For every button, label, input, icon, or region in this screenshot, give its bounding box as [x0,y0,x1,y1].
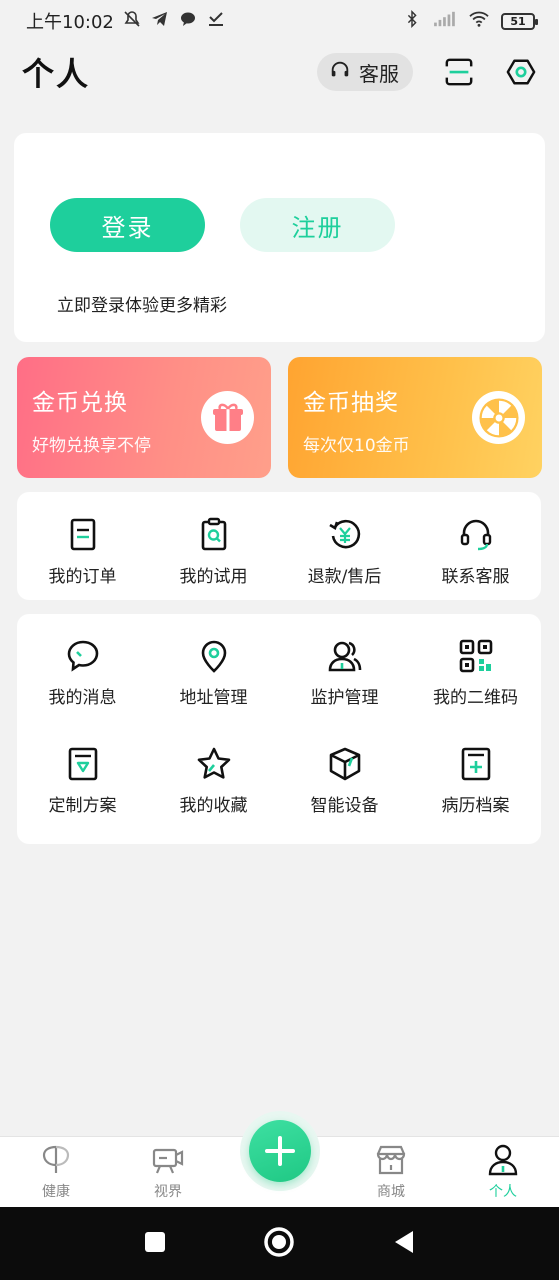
settings-button[interactable] [505,56,537,88]
address-item[interactable]: 地址管理 [148,638,279,708]
customer-service-label: 客服 [359,61,399,86]
status-bar: 上午10:02 51 [0,0,559,42]
item-label: 联系客服 [441,567,510,587]
item-label: 我的试用 [179,567,248,587]
login-button[interactable]: 登录 [50,198,205,252]
download-check-icon [206,9,226,34]
medical-record-item[interactable]: 病历档案 [410,746,541,816]
video-icon [152,1148,184,1174]
battery-icon: 51 [501,12,538,30]
coin-lottery-card[interactable]: 金币抽奖 每次仅10金币 [288,357,542,478]
add-button-ring [240,1111,320,1191]
header: 个人 客服 [0,42,559,102]
signal-icon [431,10,457,33]
recents-button[interactable] [143,1230,167,1258]
item-label: 退款/售后 [307,567,382,587]
telegram-icon [150,9,170,34]
item-label: 我的订单 [48,567,117,587]
register-button[interactable]: 注册 [240,198,395,252]
square-icon [144,1231,165,1252]
refund-item[interactable]: 退款/售后 [279,517,410,587]
page-title: 个人 [22,55,91,93]
lottery-wheel-icon [472,391,525,444]
item-label: 定制方案 [48,796,117,816]
item-label: 地址管理 [179,688,248,708]
guardian-item[interactable]: 监护管理 [279,638,410,708]
guardian-icon [328,641,361,672]
customer-service-button[interactable]: 客服 [317,53,413,91]
refund-icon [328,519,360,549]
scan-button[interactable] [443,56,475,88]
my-orders-item[interactable]: 我的订单 [17,517,148,587]
add-button[interactable] [249,1120,311,1182]
tab-label: 商城 [377,1184,405,1200]
favorites-item[interactable]: 我的收藏 [148,746,279,816]
plus-icon [265,1136,295,1166]
gear-icon [506,59,536,85]
tab-label: 健康 [42,1184,70,1200]
system-nav-bar [0,1207,559,1280]
medical-record-icon [461,747,490,781]
contact-service-item[interactable]: 联系客服 [410,517,541,587]
headset-icon [460,519,491,551]
orders-panel: 我的订单 我的试用 退款/售后 联系客服 [17,492,541,600]
wifi-icon [467,10,491,33]
my-qrcode-item[interactable]: 我的二维码 [410,638,541,708]
status-time: 上午10:02 [26,12,114,33]
custom-plan-item[interactable]: 定制方案 [17,746,148,816]
message-icon [67,640,98,672]
headset-icon [329,59,351,86]
trial-icon [201,517,226,551]
bluetooth-icon [403,9,421,33]
mute-icon [122,9,142,34]
login-card: 登录 注册 立即登录体验更多精彩 [14,133,545,342]
home-button[interactable] [263,1226,295,1262]
login-hint: 立即登录体验更多精彩 [57,296,227,316]
qrcode-icon [459,639,492,673]
device-icon [329,747,360,781]
smart-device-item[interactable]: 智能设备 [279,746,410,816]
services-panel: 我的消息 地址管理 监护管理 我的二维码 定制方案 我的收藏 智能设备 病历档案 [17,614,541,844]
star-icon [197,747,230,779]
plan-icon [68,747,97,781]
item-label: 智能设备 [310,796,379,816]
my-trial-item[interactable]: 我的试用 [148,517,279,587]
tab-personal[interactable]: 个人 [447,1143,559,1201]
tab-label: 个人 [489,1184,517,1200]
circle-icon [263,1226,294,1257]
tab-store[interactable]: 商城 [335,1143,447,1201]
item-label: 我的收藏 [179,796,248,816]
location-icon [201,640,226,673]
back-button[interactable] [391,1229,417,1259]
tab-label: 视界 [154,1184,182,1200]
item-label: 监护管理 [310,688,379,708]
item-label: 病历档案 [441,796,510,816]
coin-exchange-card[interactable]: 金币兑换 好物兑换享不停 [17,357,271,478]
person-icon [488,1144,518,1176]
store-icon [376,1145,406,1175]
chat-bubble-icon [178,9,198,34]
my-messages-item[interactable]: 我的消息 [17,638,148,708]
scan-icon [445,58,473,86]
leaf-icon [42,1145,70,1173]
order-icon [70,518,95,551]
tab-vision[interactable]: 视界 [112,1143,224,1201]
item-label: 我的二维码 [433,688,518,708]
tab-health[interactable]: 健康 [0,1143,112,1201]
gift-icon [201,391,254,444]
back-triangle-icon [394,1230,413,1253]
item-label: 我的消息 [48,688,117,708]
